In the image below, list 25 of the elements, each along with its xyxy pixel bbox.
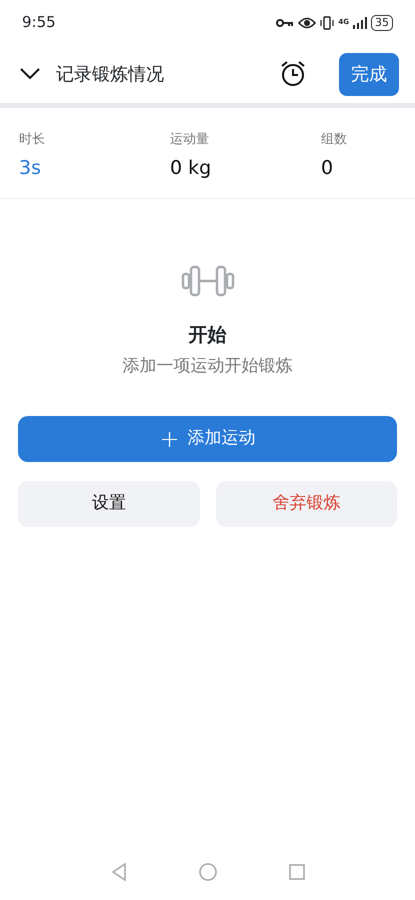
back-icon[interactable] <box>110 862 128 882</box>
key-icon <box>276 18 294 28</box>
finish-button[interactable]: 完成 <box>339 52 399 96</box>
battery-level: 35 <box>371 14 393 30</box>
empty-subtitle: 添加一项运动开始锻炼 <box>122 354 292 378</box>
stat-value: 3s <box>19 156 42 180</box>
stat-label: 组数 <box>321 131 347 149</box>
stat-label: 时长 <box>19 131 46 149</box>
stat-value: 0 kg <box>170 156 212 180</box>
discard-button[interactable]: 舍弃锻炼 <box>216 481 397 527</box>
alarm-clock-icon[interactable] <box>279 60 307 88</box>
stat-label: 运动量 <box>170 131 210 149</box>
home-icon[interactable] <box>198 862 218 882</box>
settings-button[interactable]: 设置 <box>18 481 200 527</box>
eye-icon <box>298 16 316 28</box>
signal-icon <box>353 16 367 28</box>
empty-title: 开始 <box>188 323 226 348</box>
add-exercise-button[interactable]: + 添加运动 <box>18 416 397 462</box>
status-time: 9:55 <box>22 12 56 34</box>
recents-icon[interactable] <box>288 862 306 882</box>
collapse-icon[interactable] <box>20 68 40 80</box>
dumbbell-icon <box>180 265 234 297</box>
stat-value: 0 <box>321 156 334 180</box>
vibrate-icon <box>320 16 334 30</box>
page-title: 记录锻炼情况 <box>56 62 164 86</box>
